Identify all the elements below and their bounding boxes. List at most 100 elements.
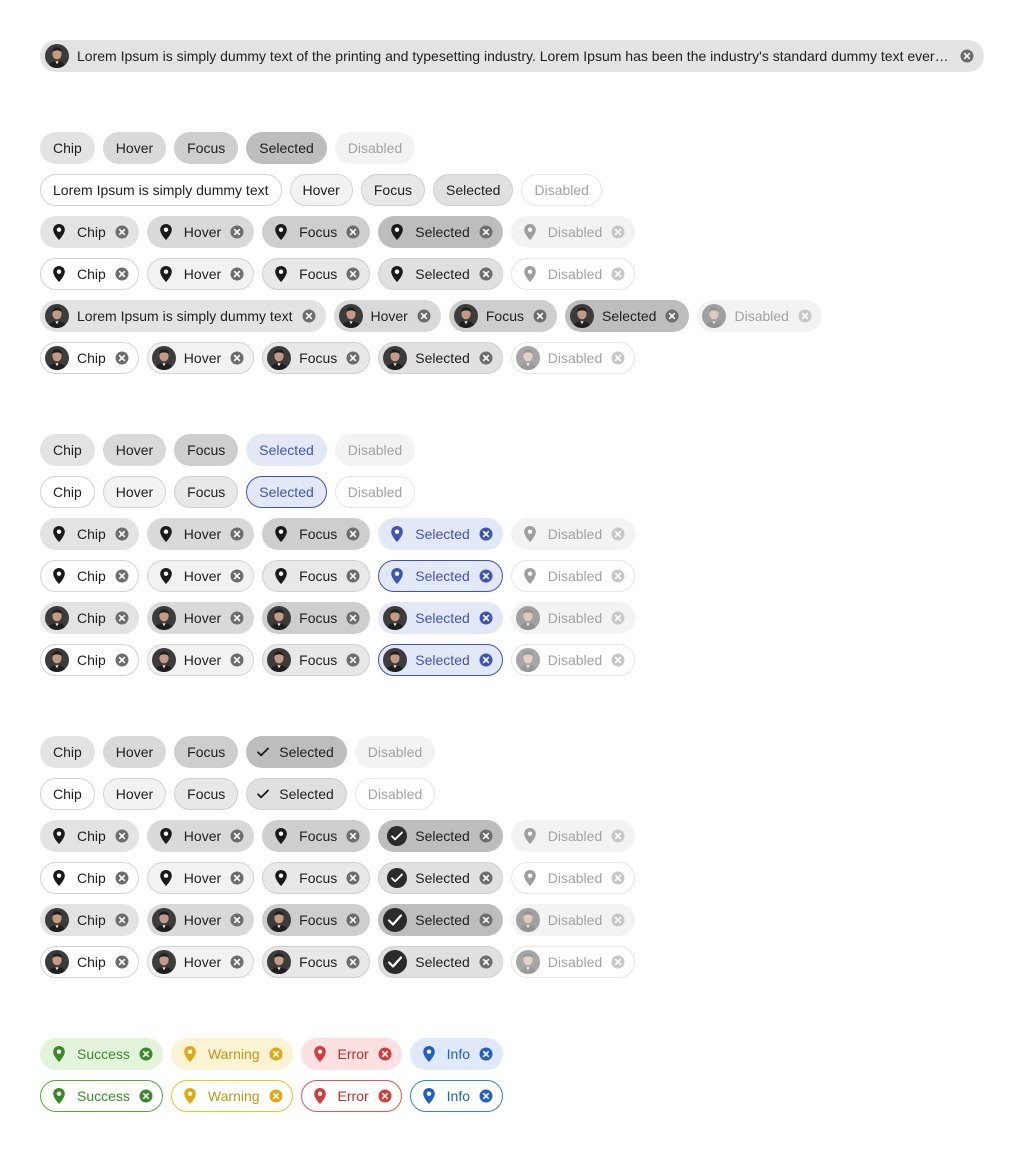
close-circle-icon[interactable] [229, 568, 245, 584]
close-circle-icon[interactable] [377, 1046, 393, 1062]
chip-focus[interactable]: Focus [262, 258, 371, 290]
chip-hover[interactable]: Hover [333, 300, 441, 332]
chip-default[interactable]: Chip [40, 736, 95, 768]
chip-selected[interactable]: Selected [378, 258, 503, 290]
close-circle-icon[interactable] [114, 652, 130, 668]
close-circle-icon[interactable] [478, 1046, 494, 1062]
close-circle-icon[interactable] [377, 1088, 393, 1104]
chip-default[interactable]: Chip [40, 602, 139, 634]
chip-default[interactable]: Chip [40, 258, 139, 290]
close-circle-icon[interactable] [345, 224, 361, 240]
close-circle-icon[interactable] [478, 1088, 494, 1104]
close-circle-icon[interactable] [345, 870, 361, 886]
chip-hover[interactable]: Hover [102, 736, 167, 768]
chip-success[interactable]: Success [40, 1038, 163, 1070]
chip-info[interactable]: Info [409, 1038, 504, 1070]
chip-selected[interactable]: Selected [432, 174, 514, 206]
long-text-chip[interactable]: Lorem Ipsum is simply dummy text of the … [40, 40, 984, 72]
close-circle-icon[interactable] [114, 610, 130, 626]
chip-hover[interactable]: Hover [102, 434, 167, 466]
chip-error[interactable]: Error [300, 1038, 402, 1070]
close-circle-icon[interactable] [229, 870, 245, 886]
chip-error[interactable]: Error [300, 1080, 402, 1112]
close-circle-icon[interactable] [301, 308, 317, 324]
close-circle-icon[interactable] [664, 308, 680, 324]
chip-focus[interactable]: Focus [262, 946, 371, 978]
chip-focus[interactable]: Focus [262, 820, 371, 852]
chip-selected[interactable]: Selected [246, 778, 347, 810]
close-circle-icon[interactable] [478, 266, 494, 282]
chip-default[interactable]: Lorem Ipsum is simply dummy text [40, 174, 282, 206]
chip-hover[interactable]: Hover [146, 946, 255, 978]
close-circle-icon[interactable] [345, 652, 361, 668]
chip-hover[interactable]: Hover [146, 602, 255, 634]
chip-selected[interactable]: Selected [378, 602, 503, 634]
chip-default[interactable]: Chip [40, 434, 95, 466]
chip-hover[interactable]: Hover [146, 904, 255, 936]
chip-warning[interactable]: Warning [170, 1080, 293, 1112]
chip-hover[interactable]: Hover [102, 778, 167, 810]
chip-default[interactable]: Chip [40, 560, 139, 592]
chip-hover[interactable]: Hover [146, 518, 255, 550]
close-circle-icon[interactable] [478, 912, 494, 928]
close-circle-icon[interactable] [478, 350, 494, 366]
close-circle-icon[interactable] [478, 652, 494, 668]
close-circle-icon[interactable] [229, 954, 245, 970]
close-circle-icon[interactable] [229, 266, 245, 282]
chip-selected[interactable]: Selected [564, 300, 690, 332]
close-circle-icon[interactable] [345, 266, 361, 282]
chip-default[interactable]: Chip [40, 342, 139, 374]
chip-selected[interactable]: Selected [378, 644, 503, 676]
chip-focus[interactable]: Focus [262, 560, 371, 592]
close-circle-icon[interactable] [138, 1088, 154, 1104]
close-circle-icon[interactable] [345, 954, 361, 970]
chip-selected[interactable]: Selected [378, 560, 503, 592]
close-circle-icon[interactable] [114, 954, 130, 970]
chip-focus[interactable]: Focus [262, 904, 371, 936]
close-circle-icon[interactable] [478, 610, 494, 626]
close-circle-icon[interactable] [478, 870, 494, 886]
chip-focus[interactable]: Focus [262, 602, 371, 634]
close-circle-icon[interactable] [478, 954, 494, 970]
chip-hover[interactable]: Hover [289, 174, 353, 206]
chip-focus[interactable]: Focus [174, 476, 239, 508]
chip-hover[interactable]: Hover [146, 258, 255, 290]
close-circle-icon[interactable] [114, 870, 130, 886]
close-circle-icon[interactable] [229, 610, 245, 626]
chip-hover[interactable]: Hover [102, 132, 167, 164]
close-circle-icon[interactable] [959, 48, 975, 64]
chip-info[interactable]: Info [409, 1080, 504, 1112]
chip-focus[interactable]: Focus [360, 174, 425, 206]
chip-focus[interactable]: Focus [174, 736, 239, 768]
chip-hover[interactable]: Hover [146, 862, 255, 894]
close-circle-icon[interactable] [229, 224, 245, 240]
close-circle-icon[interactable] [345, 828, 361, 844]
chip-hover[interactable]: Hover [146, 820, 255, 852]
chip-success[interactable]: Success [40, 1080, 163, 1112]
chip-default[interactable]: Chip [40, 476, 95, 508]
chip-warning[interactable]: Warning [170, 1038, 293, 1070]
chip-focus[interactable]: Focus [262, 518, 371, 550]
chip-selected[interactable]: Selected [246, 434, 327, 466]
chip-selected[interactable]: Selected [378, 342, 503, 374]
close-circle-icon[interactable] [268, 1046, 284, 1062]
close-circle-icon[interactable] [478, 224, 494, 240]
chip-hover[interactable]: Hover [146, 644, 255, 676]
chip-focus[interactable]: Focus [174, 434, 239, 466]
close-circle-icon[interactable] [229, 652, 245, 668]
close-circle-icon[interactable] [345, 526, 361, 542]
close-circle-icon[interactable] [345, 350, 361, 366]
close-circle-icon[interactable] [478, 568, 494, 584]
close-circle-icon[interactable] [114, 912, 130, 928]
close-circle-icon[interactable] [532, 308, 548, 324]
close-circle-icon[interactable] [345, 610, 361, 626]
chip-default[interactable]: Chip [40, 820, 139, 852]
chip-default[interactable]: Chip [40, 132, 95, 164]
chip-default[interactable]: Chip [40, 778, 95, 810]
chip-default[interactable]: Chip [40, 904, 139, 936]
close-circle-icon[interactable] [268, 1088, 284, 1104]
chip-hover[interactable]: Hover [146, 560, 255, 592]
chip-focus[interactable]: Focus [262, 216, 371, 248]
chip-default[interactable]: Chip [40, 862, 139, 894]
chip-default[interactable]: Chip [40, 216, 139, 248]
